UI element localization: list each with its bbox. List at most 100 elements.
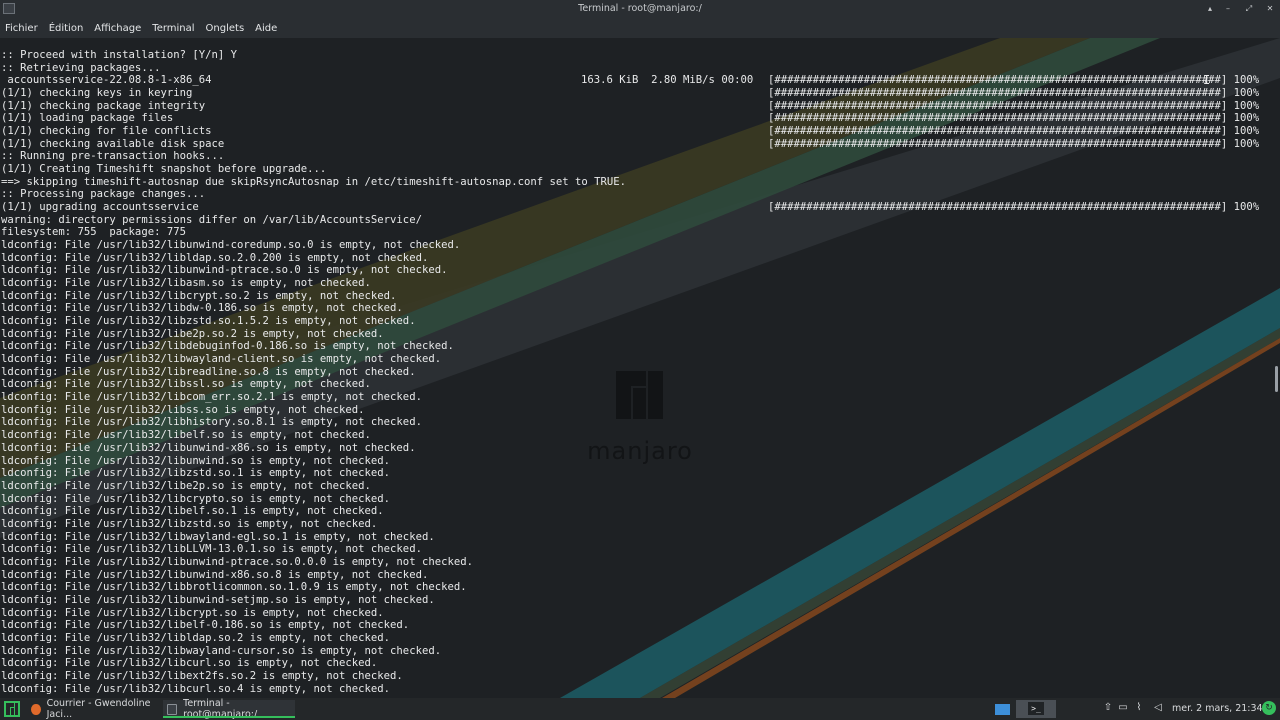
terminal-line-text: ldconfig: File /usr/lib32/libhistory.so.… <box>1 416 422 429</box>
terminal-line-text: ldconfig: File /usr/lib32/libbrotlicommo… <box>1 581 467 594</box>
terminal-line: :: Processing package changes... <box>1 188 1271 201</box>
terminal-line: ldconfig: File /usr/lib32/libss.so is em… <box>1 404 1271 417</box>
terminal-line: ldconfig: File /usr/lib32/libext2fs.so.2… <box>1 670 1271 683</box>
terminal-line-text: ldconfig: File /usr/lib32/libe2p.so.2 is… <box>1 327 384 340</box>
terminal-line: ldconfig: File /usr/lib32/libunwind-core… <box>1 239 1271 252</box>
menu-terminal[interactable]: Terminal <box>152 23 194 34</box>
terminal-line-text: ldconfig: File /usr/lib32/libunwind-ptra… <box>1 555 473 568</box>
terminal-line-text: ldconfig: File /usr/lib32/libasm.so is e… <box>1 277 371 290</box>
terminal-line-text: ldconfig: File /usr/lib32/libLLVM-13.0.1… <box>1 543 422 556</box>
terminal-line-text: ldconfig: File /usr/lib32/libssl.so is e… <box>1 378 371 391</box>
terminal-line-text: ldconfig: File /usr/lib32/libunwind.so i… <box>1 454 391 467</box>
menu-aide[interactable]: Aide <box>255 23 277 34</box>
terminal-line-text: ldconfig: File /usr/lib32/libcurl.so.4 i… <box>1 682 391 695</box>
terminal-line: (1/1) Creating Timeshift snapshot before… <box>1 163 1271 176</box>
terminal-line: ldconfig: File /usr/lib32/libdw-0.186.so… <box>1 302 1271 315</box>
minimize-button[interactable]: – <box>1221 2 1235 16</box>
scrollbar-thumb[interactable] <box>1275 366 1278 392</box>
menu-edition[interactable]: Édition <box>49 23 84 34</box>
terminal-view[interactable]: manjaro :: Proceed with installation? [Y… <box>0 38 1280 698</box>
maximize-button[interactable]: ⤢ <box>1242 2 1256 16</box>
window-titlebar[interactable]: Terminal - root@manjaro:/ ▴ – ⤢ ✕ <box>0 0 1280 18</box>
terminal-line-text: (1/1) upgrading accountsservice <box>1 201 199 214</box>
terminal-line-text: ldconfig: File /usr/lib32/libzstd.so.1 i… <box>1 467 391 480</box>
menu-affichage[interactable]: Affichage <box>94 23 141 34</box>
terminal-line: ldconfig: File /usr/lib32/libcrypt.so is… <box>1 607 1271 620</box>
terminal-line-text: ldconfig: File /usr/lib32/libldap.so.2 i… <box>1 631 391 644</box>
terminal-line: ldconfig: File /usr/lib32/libwayland-cli… <box>1 353 1271 366</box>
terminal-line-text: ldconfig: File /usr/lib32/libzstd.so.1.5… <box>1 315 416 328</box>
terminal-line-text: ==> skipping timeshift-autosnap due skip… <box>1 175 627 188</box>
notifications-icon[interactable]: ▭ <box>1116 701 1130 715</box>
keep-above-button[interactable]: ▴ <box>1203 2 1217 16</box>
terminal-line-text: ldconfig: File /usr/lib32/libcurl.so is … <box>1 657 378 670</box>
terminal-line: ldconfig: File /usr/lib32/libwayland-cur… <box>1 645 1271 658</box>
taskbar: Courrier - Gwendoline Jaci... Terminal -… <box>0 698 1280 720</box>
terminal-line-text: ldconfig: File /usr/lib32/libcrypt.so is… <box>1 606 384 619</box>
terminal-line: :: Proceed with installation? [Y/n] Y <box>1 49 1271 62</box>
terminal-line-text: ldconfig: File /usr/lib32/libelf.so is e… <box>1 429 371 442</box>
volume-icon[interactable]: ◁ <box>1151 701 1165 715</box>
terminal-line: (1/1) loading package files [############… <box>1 112 1271 125</box>
terminal-line: ldconfig: File /usr/lib32/libunwind-setj… <box>1 594 1271 607</box>
terminal-line: ldconfig: File /usr/lib32/libzstd.so.1.5… <box>1 315 1271 328</box>
terminal-line: ldconfig: File /usr/lib32/libdebuginfod-… <box>1 340 1271 353</box>
terminal-line: ldconfig: File /usr/lib32/libe2p.so is e… <box>1 480 1271 493</box>
terminal-line: :: Running pre-transaction hooks... <box>1 150 1271 163</box>
desktop-2[interactable]: >_ <box>1016 700 1056 718</box>
terminal-line: ldconfig: File /usr/lib32/libunwind-x86.… <box>1 569 1271 582</box>
refresh-icon[interactable]: ↻ <box>1262 701 1276 715</box>
progress-bar-text: [#######################################… <box>768 87 1260 100</box>
clock[interactable]: mer. 2 mars, 21:34 <box>1172 703 1263 714</box>
menu-bar: Fichier Édition Affichage Terminal Ongle… <box>0 18 1280 38</box>
manjaro-menu-icon[interactable] <box>4 701 20 717</box>
terminal-line-text: (1/1) Creating Timeshift snapshot before… <box>1 163 327 176</box>
terminal-line-text: ldconfig: File /usr/lib32/libss.so is em… <box>1 403 365 416</box>
close-button[interactable]: ✕ <box>1263 2 1277 16</box>
terminal-line: ldconfig: File /usr/lib32/libelf-0.186.s… <box>1 619 1271 632</box>
progress-bar-text: [#######################################… <box>768 137 1260 150</box>
clipboard-icon[interactable]: ⌇ <box>1132 701 1146 715</box>
terminal-line: warning: directory permissions differ on… <box>1 214 1271 227</box>
terminal-line: (1/1) checking keys in keyring [#########… <box>1 87 1271 100</box>
terminal-line-text: ldconfig: File /usr/lib32/libunwind-x86.… <box>1 441 416 454</box>
progress-bar-text: [#######################################… <box>768 99 1260 112</box>
terminal-line: (1/1) upgrading accountsservice [########… <box>1 201 1271 214</box>
updates-icon[interactable]: ⇧ <box>1101 701 1115 715</box>
terminal-line: (1/1) checking package integrity [#######… <box>1 100 1271 113</box>
terminal-line-text: ldconfig: File /usr/lib32/libunwind-x86.… <box>1 568 429 581</box>
terminal-line: ldconfig: File /usr/lib32/libelf.so.1 is… <box>1 505 1271 518</box>
terminal-line-text: ldconfig: File /usr/lib32/libldap.so.2.0… <box>1 251 429 264</box>
terminal-line: ldconfig: File /usr/lib32/libldap.so.2 i… <box>1 632 1271 645</box>
terminal-line: (1/1) checking for file conflicts [######… <box>1 125 1271 138</box>
terminal-line-text: ldconfig: File /usr/lib32/libunwind-core… <box>1 239 461 252</box>
desktop-1[interactable] <box>990 700 1015 718</box>
active-task-indicator <box>163 716 295 718</box>
terminal-line: ldconfig: File /usr/lib32/libunwind-ptra… <box>1 264 1271 277</box>
terminal-line-text: :: Retrieving packages... <box>1 61 161 74</box>
terminal-line-text: (1/1) checking available disk space <box>1 137 225 150</box>
terminal-line: ldconfig: File /usr/lib32/libzstd.so.1 i… <box>1 467 1271 480</box>
terminal-line-text: (1/1) checking keys in keyring <box>1 87 193 100</box>
terminal-line-text: ldconfig: File /usr/lib32/libunwind-ptra… <box>1 264 448 277</box>
terminal-line: ldconfig: File /usr/lib32/libcurl.so.4 i… <box>1 683 1271 696</box>
task-courrier[interactable]: Courrier - Gwendoline Jaci... <box>27 698 162 720</box>
terminal-line: ldconfig: File /usr/lib32/libzstd.so is … <box>1 518 1271 531</box>
terminal-line-text: (1/1) loading package files <box>1 112 174 125</box>
terminal-line-text: ldconfig: File /usr/lib32/libext2fs.so.2… <box>1 669 403 682</box>
terminal-line-text: ldconfig: File /usr/lib32/libe2p.so is e… <box>1 479 371 492</box>
terminal-line-text: ldconfig: File /usr/lib32/libdebuginfod-… <box>1 340 454 353</box>
terminal-line-text: :: Processing package changes... <box>1 188 206 201</box>
terminal-scrollbar[interactable] <box>1272 38 1280 698</box>
terminal-line-text: ldconfig: File /usr/lib32/libzstd.so is … <box>1 517 378 530</box>
terminal-line: (1/1) checking available disk space [####… <box>1 138 1271 151</box>
terminal-line-text: ldconfig: File /usr/lib32/libdw-0.186.so… <box>1 302 403 315</box>
terminal-line: ldconfig: File /usr/lib32/libreadline.so… <box>1 366 1271 379</box>
terminal-line: ldconfig: File /usr/lib32/libe2p.so.2 is… <box>1 328 1271 341</box>
menu-fichier[interactable]: Fichier <box>5 23 38 34</box>
terminal-line-text: ldconfig: File /usr/lib32/libelf-0.186.s… <box>1 619 410 632</box>
terminal-line: ==> skipping timeshift-autosnap due skip… <box>1 176 1271 189</box>
menu-onglets[interactable]: Onglets <box>206 23 245 34</box>
download-rate: 163.6 KiB 2.80 MiB/s 00:00 <box>581 74 754 87</box>
task-terminal[interactable]: Terminal - root@manjaro:/ <box>163 698 295 720</box>
